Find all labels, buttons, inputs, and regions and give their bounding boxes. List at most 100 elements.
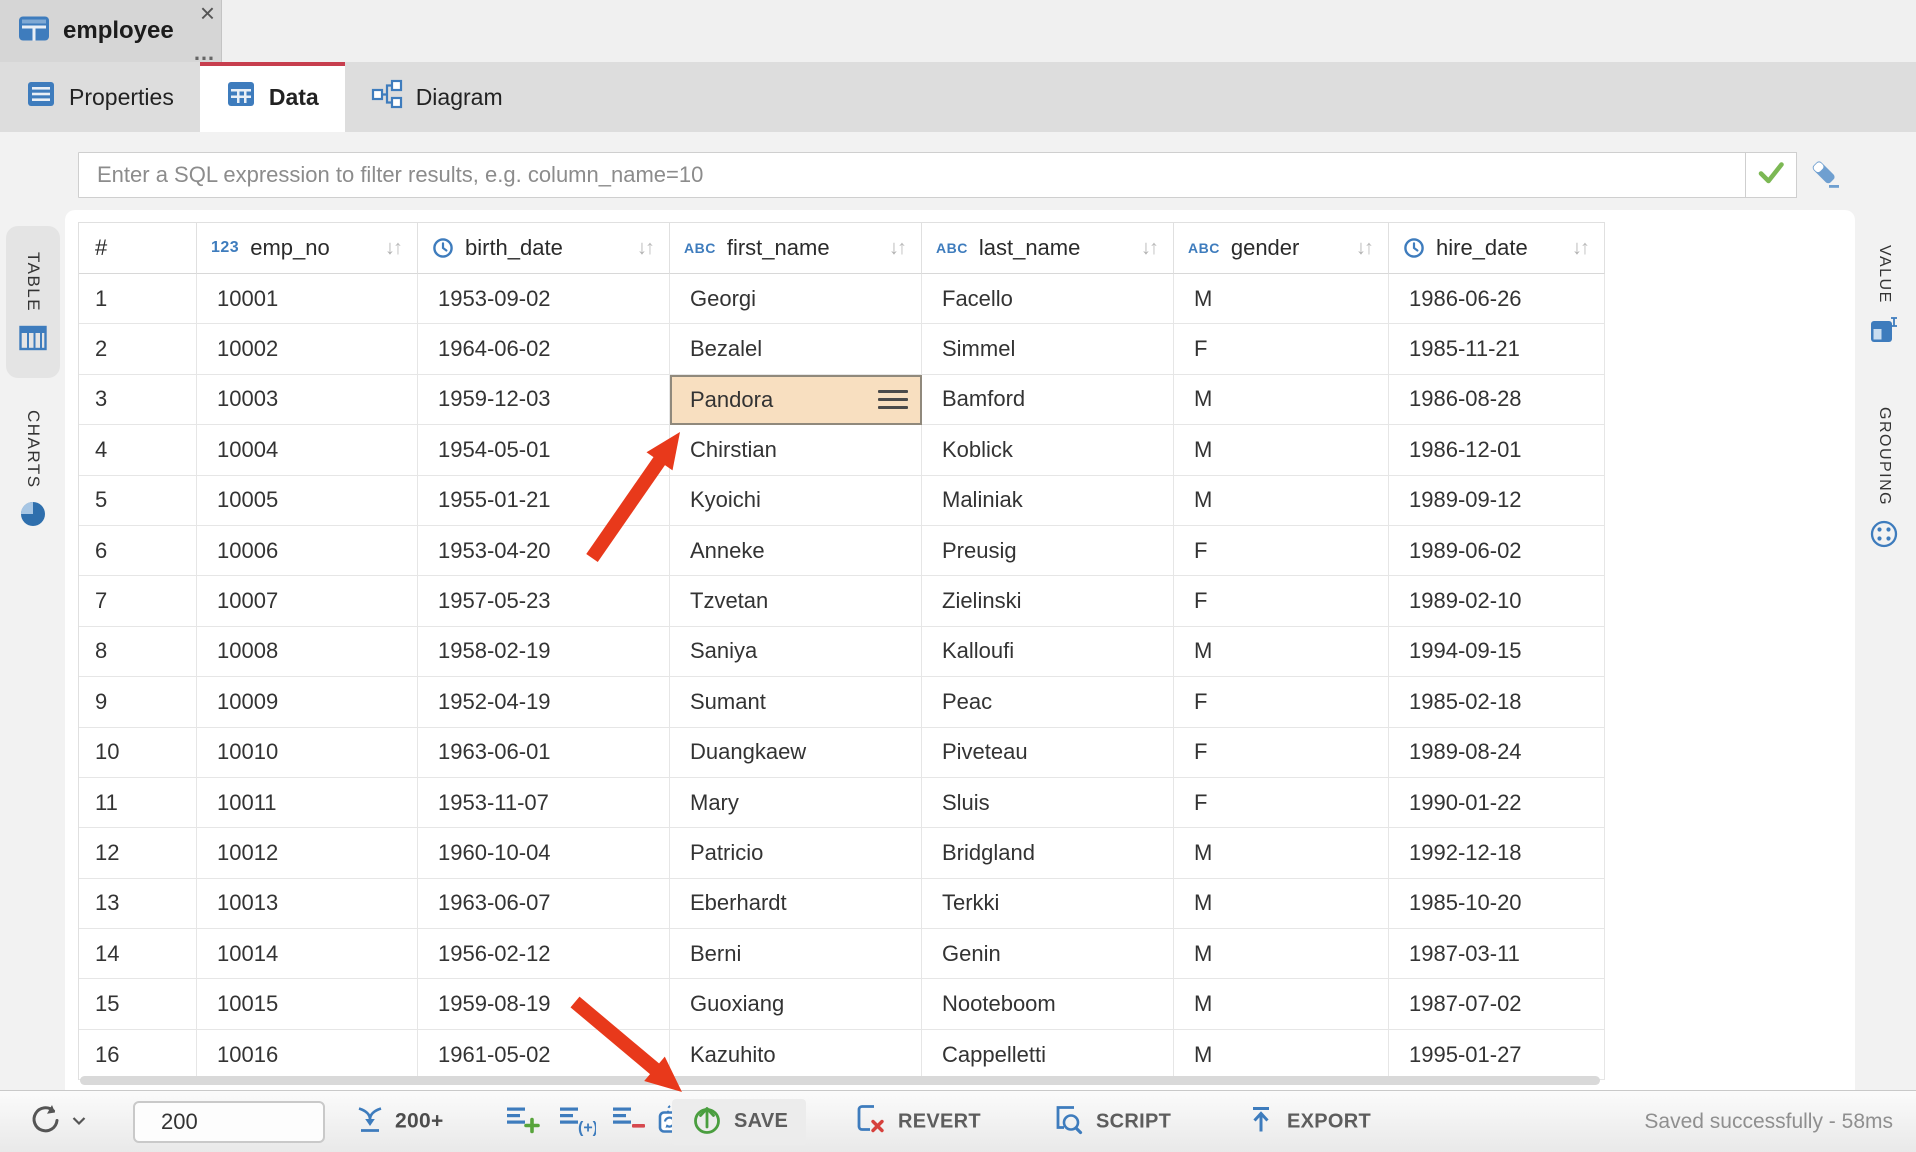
cell-hire_date[interactable]: 1989-02-10 [1389,576,1605,626]
cell-last_name[interactable]: Sluis [922,778,1174,828]
export-button[interactable]: EXPORT [1245,1103,1371,1140]
tab-properties[interactable]: Properties [0,62,200,132]
cell-birth_date[interactable]: 1954-05-01 [418,425,670,475]
cell-first_name[interactable]: Guoxiang [670,979,922,1029]
cell-gender[interactable]: F [1174,778,1389,828]
cell-first_name[interactable]: Eberhardt [670,879,922,929]
sql-filter-input[interactable] [78,152,1746,198]
cell-hire_date[interactable]: 1987-07-02 [1389,979,1605,1029]
cell-hire_date[interactable]: 1995-01-27 [1389,1030,1605,1080]
save-button[interactable]: SAVE [672,1099,806,1145]
cell-emp_no[interactable]: 10013 [197,879,418,929]
script-button[interactable]: SCRIPT [1050,1101,1171,1142]
cell-gender[interactable]: M [1174,1030,1389,1080]
editor-tab-employee[interactable]: employee × … [0,0,222,62]
column-header-last_name[interactable]: ABClast_name↓↑ [922,223,1174,274]
cell-birth_date[interactable]: 1953-11-07 [418,778,670,828]
cell-hire_date[interactable]: 1992-12-18 [1389,828,1605,878]
cell-gender[interactable]: M [1174,979,1389,1029]
cell-rownum[interactable]: 10 [79,728,197,778]
cell-emp_no[interactable]: 10010 [197,728,418,778]
cell-gender[interactable]: M [1174,476,1389,526]
cell-birth_date[interactable]: 1964-06-02 [418,324,670,374]
cell-rownum[interactable]: 2 [79,324,197,374]
cell-emp_no[interactable]: 10011 [197,778,418,828]
cell-gender[interactable]: M [1174,425,1389,475]
cell-birth_date[interactable]: 1957-05-23 [418,576,670,626]
cell-gender[interactable]: F [1174,677,1389,727]
cell-gender[interactable]: M [1174,879,1389,929]
cell-first_name[interactable]: Saniya [670,627,922,677]
cell-birth_date[interactable]: 1961-05-02 [418,1030,670,1080]
column-header-rownum[interactable]: # [79,223,197,274]
column-header-hire_date[interactable]: hire_date↓↑ [1389,223,1605,274]
presentation-tab-charts[interactable]: CHARTS [6,388,60,550]
cell-gender[interactable]: M [1174,375,1389,425]
cell-first_name[interactable]: Chirstian [670,425,922,475]
cell-rownum[interactable]: 14 [79,929,197,979]
cell-last_name[interactable]: Facello [922,274,1174,324]
cell-gender[interactable]: M [1174,828,1389,878]
cell-first_name[interactable]: Georgi [670,274,922,324]
cell-rownum[interactable]: 16 [79,1030,197,1080]
cell-emp_no[interactable]: 10012 [197,828,418,878]
close-icon[interactable]: × [200,0,215,28]
sort-icon[interactable]: ↓↑ [385,237,403,260]
column-header-gender[interactable]: ABCgender↓↑ [1174,223,1389,274]
refresh-button[interactable] [26,1099,86,1144]
tab-data[interactable]: Data [200,62,345,132]
cell-birth_date[interactable]: 1958-02-19 [418,627,670,677]
cell-last_name[interactable]: Maliniak [922,476,1174,526]
cell-birth_date[interactable]: 1952-04-19 [418,677,670,727]
panel-tab-value[interactable]: VALUE [1858,224,1910,366]
tab-diagram[interactable]: Diagram [345,62,529,132]
cell-last_name[interactable]: Nooteboom [922,979,1174,1029]
cell-gender[interactable]: F [1174,576,1389,626]
cell-birth_date[interactable]: 1956-02-12 [418,929,670,979]
cell-last_name[interactable]: Kalloufi [922,627,1174,677]
cell-hire_date[interactable]: 1989-08-24 [1389,728,1605,778]
cell-emp_no[interactable]: 10016 [197,1030,418,1080]
horizontal-scrollbar[interactable] [80,1076,1600,1085]
cell-rownum[interactable]: 8 [79,627,197,677]
add-row-button[interactable] [505,1102,541,1141]
cell-gender[interactable]: F [1174,324,1389,374]
cell-last_name[interactable]: Peac [922,677,1174,727]
presentation-tab-table[interactable]: TABLE [6,226,60,378]
cell-birth_date[interactable]: 1963-06-07 [418,879,670,929]
cell-first_name[interactable]: Kyoichi [670,476,922,526]
cell-emp_no[interactable]: 10004 [197,425,418,475]
cell-last_name[interactable]: Piveteau [922,728,1174,778]
panel-tab-grouping[interactable]: GROUPING [1858,378,1910,578]
cell-hire_date[interactable]: 1994-09-15 [1389,627,1605,677]
cell-hire_date[interactable]: 1986-08-28 [1389,375,1605,425]
cell-hire_date[interactable]: 1985-10-20 [1389,879,1605,929]
cell-hire_date[interactable]: 1987-03-11 [1389,929,1605,979]
cell-birth_date[interactable]: 1955-01-21 [418,476,670,526]
cell-last_name[interactable]: Terkki [922,879,1174,929]
cell-last_name[interactable]: Bamford [922,375,1174,425]
cell-rownum[interactable]: 5 [79,476,197,526]
cell-rownum[interactable]: 4 [79,425,197,475]
cell-emp_no[interactable]: 10003 [197,375,418,425]
cell-birth_date[interactable]: 1963-06-01 [418,728,670,778]
sort-icon[interactable]: ↓↑ [889,237,907,260]
cell-hire_date[interactable]: 1989-09-12 [1389,476,1605,526]
cell-rownum[interactable]: 13 [79,879,197,929]
cell-last_name[interactable]: Cappelletti [922,1030,1174,1080]
cell-rownum[interactable]: 3 [79,375,197,425]
cell-gender[interactable]: M [1174,929,1389,979]
cell-emp_no[interactable]: 10014 [197,929,418,979]
cell-rownum[interactable]: 15 [79,979,197,1029]
cell-last_name[interactable]: Zielinski [922,576,1174,626]
cell-hire_date[interactable]: 1986-06-26 [1389,274,1605,324]
cell-gender[interactable]: M [1174,274,1389,324]
sort-icon[interactable]: ↓↑ [1356,237,1374,260]
cell-first_name[interactable]: Bezalel [670,324,922,374]
column-header-birth_date[interactable]: birth_date↓↑ [418,223,670,274]
cell-last_name[interactable]: Koblick [922,425,1174,475]
sort-icon[interactable]: ↓↑ [1572,237,1590,260]
cell-hire_date[interactable]: 1989-06-02 [1389,526,1605,576]
cell-rownum[interactable]: 12 [79,828,197,878]
cell-last_name[interactable]: Bridgland [922,828,1174,878]
